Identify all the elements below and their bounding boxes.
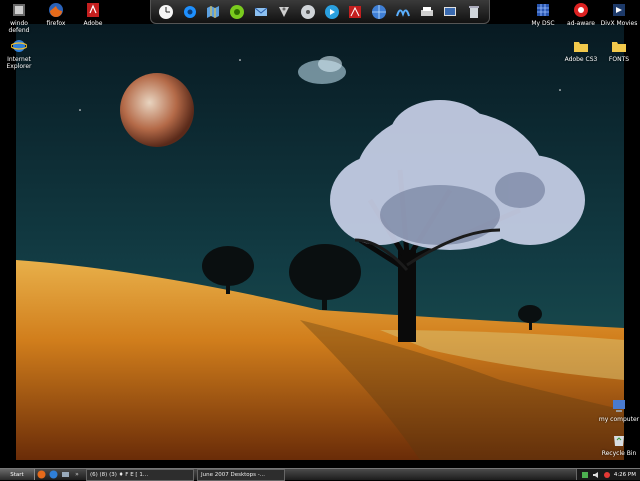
media-player-icon <box>324 4 339 19</box>
volume-icon[interactable] <box>592 471 600 479</box>
desktop-icon-label: Internet Explorer <box>6 56 32 70</box>
system-tray: 4:26 PM <box>575 469 640 480</box>
map-icon <box>207 5 220 18</box>
my-computer-icon <box>611 398 627 414</box>
clock-icon <box>158 4 173 19</box>
dock-item[interactable] <box>180 2 200 22</box>
network-icon[interactable] <box>581 471 589 479</box>
dock-item[interactable] <box>298 2 318 22</box>
gear-icon <box>183 5 196 18</box>
dock-item[interactable] <box>440 2 460 22</box>
dock-item[interactable] <box>156 2 176 22</box>
dock-item[interactable] <box>322 2 342 22</box>
acrobat-icon <box>349 5 362 18</box>
divx-icon <box>611 2 627 18</box>
desktop-icon[interactable]: FONTS <box>597 38 640 63</box>
windows-defender-icon <box>11 2 27 18</box>
desktop-icon[interactable]: Adobe <box>71 2 115 27</box>
dock-item[interactable] <box>393 2 413 22</box>
recycle-bin-icon <box>611 432 627 448</box>
internet-explorer-icon <box>10 38 28 54</box>
task-button-1[interactable]: (6) (8) (3) ♦ F E [ 1... <box>86 468 194 481</box>
show-desktop-icon[interactable] <box>59 470 71 480</box>
firefox-icon <box>48 2 64 18</box>
desktop-icon[interactable]: DivX Movies <box>597 2 640 27</box>
adobe-reader-icon <box>85 2 101 18</box>
cd-icon <box>301 4 316 19</box>
task-label: June 2007 Desktops -... <box>201 471 265 478</box>
desktop-icon-label: Adobe <box>83 20 103 27</box>
firefox-quicklaunch-icon[interactable] <box>35 470 47 480</box>
taskbar: Start » (6) (8) (3) ♦ F E [ 1... June 20… <box>0 468 640 481</box>
trash-icon <box>468 5 479 18</box>
ie-quicklaunch-icon[interactable] <box>47 470 59 480</box>
security-icon[interactable] <box>603 471 611 479</box>
application-dock <box>150 0 490 24</box>
folder-icon <box>611 38 627 54</box>
dock-item[interactable] <box>274 2 294 22</box>
taskbar-clock[interactable]: 4:26 PM <box>614 472 636 478</box>
grid-app-icon <box>535 2 551 18</box>
desktop-icon-label: Recycle Bin <box>601 450 637 457</box>
wifi-icon <box>279 6 290 17</box>
dock-item[interactable] <box>345 2 365 22</box>
desktop-icon-label: FONTS <box>608 56 630 63</box>
globe-icon <box>372 4 387 19</box>
desktop-icon[interactable]: Recycle Bin <box>597 432 640 457</box>
desktop-wallpaper <box>0 0 640 480</box>
dock-item[interactable] <box>369 2 389 22</box>
desktop-icon-label: my computer <box>598 416 640 423</box>
green-gear-icon <box>229 4 244 19</box>
dock-item[interactable] <box>203 2 223 22</box>
desktop-icon-label: DivX Movies <box>600 20 638 27</box>
monitor-icon <box>444 6 457 16</box>
start-label: Start <box>10 471 24 478</box>
printer-icon <box>420 6 433 16</box>
dock-item[interactable] <box>464 2 484 22</box>
task-button-2[interactable]: June 2007 Desktops -... <box>197 468 285 481</box>
ad-aware-icon <box>573 2 589 18</box>
dock-item[interactable] <box>251 2 271 22</box>
start-button[interactable]: Start <box>0 469 35 480</box>
dock-item[interactable] <box>417 2 437 22</box>
mail-icon <box>254 7 267 16</box>
desktop-icon[interactable]: Internet Explorer <box>0 38 41 70</box>
wave-icon <box>395 9 410 17</box>
folder-icon <box>573 38 589 54</box>
chevron-icon[interactable]: » <box>71 470 83 480</box>
dock-item[interactable] <box>227 2 247 22</box>
desktop-icon[interactable]: my computer <box>597 398 640 423</box>
task-label: (6) (8) (3) ♦ F E [ 1... <box>90 471 149 478</box>
